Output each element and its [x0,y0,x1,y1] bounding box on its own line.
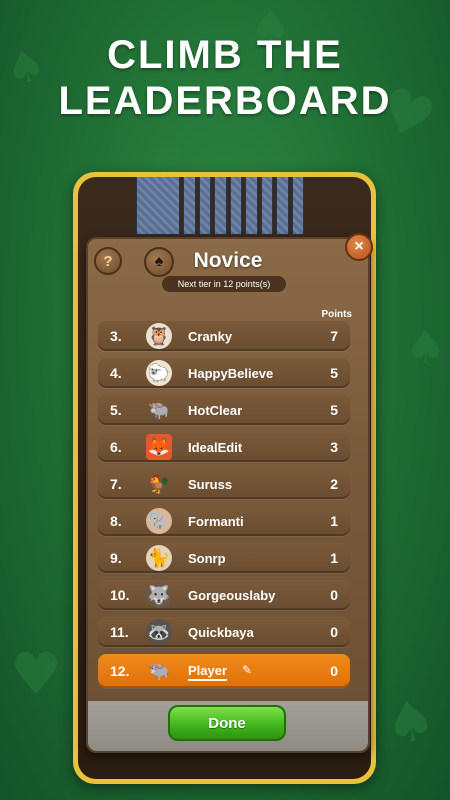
row-rank: 12. [110,663,130,679]
row-points: 3 [330,439,338,455]
spade-decoration-icon: ♠ [405,320,447,374]
row-name: IdealEdit [188,440,243,455]
sheep-icon: 🐑 [146,360,172,386]
panel-footer: Done [88,701,368,751]
row-points: 0 [330,663,338,679]
owl-icon: 🦉 [146,323,172,349]
fox-icon: 🦊 [146,434,172,460]
raccoon-icon: 🦝 [146,619,172,645]
row-points: 2 [330,476,338,492]
headline-line-2: LEADERBOARD [58,79,392,123]
row-points: 5 [330,402,338,418]
row-points: 1 [330,513,338,529]
leaderboard-row: 4. 🐑 HappyBelieve 5 [98,358,350,388]
leaderboard-row: 7. 🐓 Suruss 2 [98,469,350,499]
row-points: 0 [330,587,338,603]
buffalo-icon: 🐃 [147,660,171,682]
edit-pencil-icon[interactable]: ✎ [242,663,252,677]
row-name: Formanti [188,514,244,529]
row-name: Quickbaya [188,625,254,640]
leaderboard-row: 5. 🐃 HotClear 5 [98,395,350,425]
leaderboard-row: 9. 🐈 Sonrp 1 [98,543,350,573]
headline-line-1: CLIMB THE [107,33,343,77]
player-row: 12. 🐃 Player ✎ 0 [98,654,350,688]
row-points: 1 [330,550,338,566]
row-points: 0 [330,624,338,640]
row-rank: 9. [110,550,122,566]
row-name: Suruss [188,477,233,492]
rooster-icon: 🐓 [147,473,171,495]
row-name: HotClear [188,403,243,418]
row-name: Gorgeouslaby [188,588,276,603]
buffalo-icon: 🐃 [147,399,171,421]
row-rank: 6. [110,439,122,455]
row-rank: 11. [110,624,129,640]
leaderboard-row: 11. 🦝 Quickbaya 0 [98,617,350,647]
next-tier-text: Next tier in 12 points(s) [162,276,286,292]
player-name-text[interactable]: Player [188,663,227,678]
done-button[interactable]: Done [168,705,286,741]
row-rank: 8. [110,513,122,529]
leaderboard-panel: ? ♠ × Novice Next tier in 12 points(s) P… [86,233,373,753]
lynx-icon: 🐈 [146,545,172,571]
card-deck [136,177,304,235]
elephant-icon: 🐘 [146,508,172,534]
row-rank: 3. [110,328,122,344]
leaderboard-row: 6. 🦊 IdealEdit 3 [98,432,350,462]
points-header: Points [321,309,352,320]
wolf-icon: 🐺 [146,582,172,608]
player-name[interactable]: Player [188,663,228,681]
row-rank: 10. [110,587,130,603]
row-points: 7 [330,328,338,344]
heart-decoration-icon: ♥ [10,640,62,708]
row-rank: 5. [110,402,122,418]
row-name: Cranky [188,329,233,344]
tier-title: Novice [193,249,263,272]
spade-decoration-icon: ♠ [379,686,441,759]
row-name: HappyBelieve [188,366,274,381]
leaderboard-row: 3. 🦉 Cranky 7 [98,321,350,351]
row-points: 5 [330,365,338,381]
row-rank: 4. [110,365,122,381]
leaderboard-row: 8. 🐘 Formanti 1 [98,506,350,536]
row-name: Sonrp [188,551,226,566]
row-rank: 7. [110,476,122,492]
leaderboard-row: 10. 🐺 Gorgeouslaby 0 [98,580,350,610]
